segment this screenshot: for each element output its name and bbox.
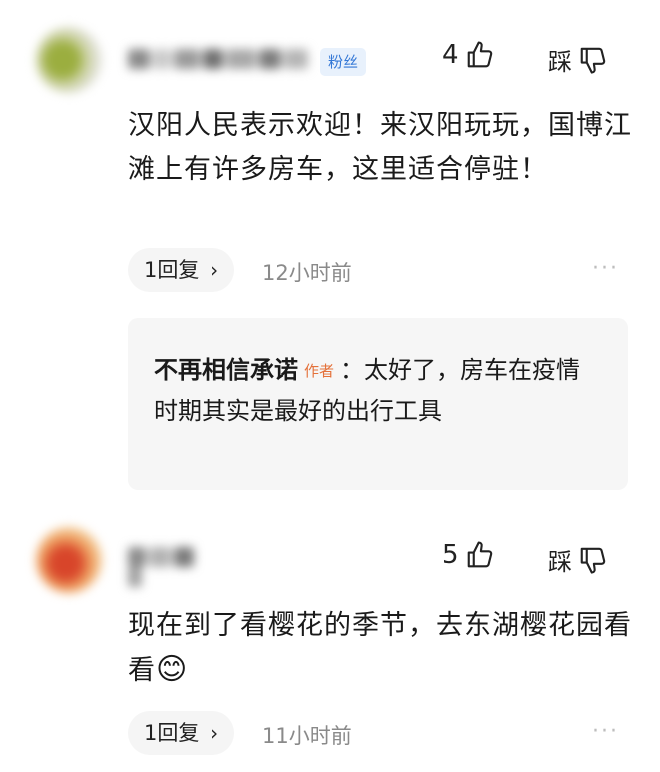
- comment-body: 现在到了看樱花的季节，去东湖樱花园看看: [128, 610, 632, 686]
- chevron-right-icon: ›: [210, 721, 219, 745]
- like-button[interactable]: 5: [442, 540, 495, 570]
- comment-text: 现在到了看樱花的季节，去东湖樱花园看看😊: [128, 604, 633, 693]
- dislike-button[interactable]: 踩: [548, 542, 608, 577]
- thumbs-down-icon: [578, 545, 608, 575]
- comment-2: 5 踩 现在到了看樱花的季节，去东湖樱花园看看😊 1回复 › 11小时前 ···: [0, 0, 660, 772]
- smile-emoji-icon: 😊: [156, 652, 189, 687]
- comment-time: 11小时前: [262, 724, 352, 748]
- more-icon[interactable]: ···: [592, 719, 619, 744]
- username-blurred[interactable]: [128, 546, 213, 587]
- dislike-label: 踩: [548, 548, 572, 576]
- reply-button[interactable]: 1回复 ›: [128, 711, 235, 755]
- like-count: 5: [442, 540, 459, 570]
- thumbs-up-icon: [465, 540, 495, 570]
- avatar[interactable]: [36, 527, 102, 593]
- reply-label: 1回复: [144, 721, 200, 745]
